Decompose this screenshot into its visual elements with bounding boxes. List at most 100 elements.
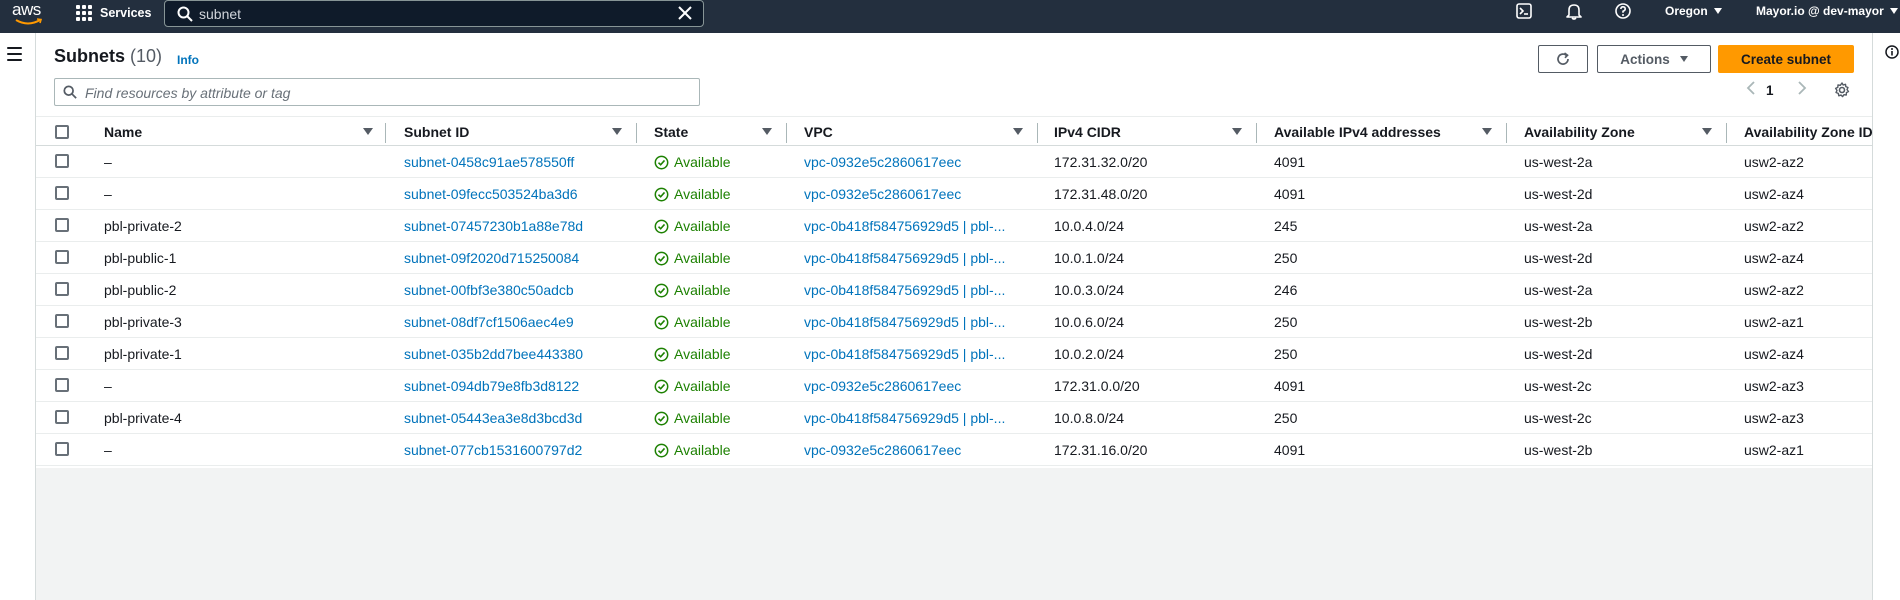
cell-vpc-link[interactable]: vpc-0b418f584756929d5 | pbl-... [804, 210, 1005, 242]
cell-available-ipv4: 4091 [1274, 378, 1306, 394]
cell-availability-zone: us-west-2b [1524, 442, 1593, 458]
cell-available-ipv4: 250 [1274, 314, 1298, 330]
cell-subnet-id-link[interactable]: subnet-09fecc503524ba3d6 [404, 178, 578, 210]
cell-vpc-link[interactable]: vpc-0932e5c2860617eec [804, 178, 961, 210]
row-checkbox[interactable] [55, 186, 69, 200]
row-checkbox[interactable] [55, 250, 69, 264]
cell-vpc-link[interactable]: vpc-0932e5c2860617eec [804, 370, 961, 402]
column-header-state[interactable]: State [654, 117, 688, 147]
cell-subnet-id-link[interactable]: subnet-09f2020d715250084 [404, 242, 579, 274]
column-divider[interactable] [1506, 123, 1507, 143]
sort-icon[interactable] [1013, 128, 1023, 135]
create-subnet-button[interactable]: Create subnet [1718, 45, 1854, 73]
table-row[interactable]: pbl-private-1 subnet-035b2dd7bee443380 A… [36, 338, 1872, 370]
column-divider[interactable] [636, 123, 637, 143]
next-page-icon[interactable] [1794, 79, 1810, 97]
sort-icon[interactable] [762, 128, 772, 135]
column-header-ipv4-cidr[interactable]: IPv4 CIDR [1054, 117, 1121, 147]
check-circle-icon [654, 251, 669, 265]
account-menu[interactable]: Mayor.io @ dev-mayor [1756, 4, 1898, 18]
table-row[interactable]: pbl-public-1 subnet-09f2020d715250084 Av… [36, 242, 1872, 274]
check-circle-icon [654, 443, 669, 457]
cell-subnet-id-link[interactable]: subnet-035b2dd7bee443380 [404, 338, 583, 370]
services-menu-button[interactable]: Services [76, 2, 151, 24]
table-row[interactable]: pbl-private-4 subnet-05443ea3e8d3bcd3d A… [36, 402, 1872, 434]
global-search-input[interactable] [199, 3, 659, 24]
actions-dropdown-button[interactable]: Actions [1597, 45, 1711, 73]
cell-subnet-id-link[interactable]: subnet-077cb1531600797d2 [404, 434, 582, 466]
row-checkbox[interactable] [55, 378, 69, 392]
bell-icon[interactable] [1566, 3, 1582, 20]
sort-icon[interactable] [363, 128, 373, 135]
cell-vpc-link[interactable]: vpc-0932e5c2860617eec [804, 146, 961, 178]
info-icon[interactable] [1885, 45, 1899, 59]
aws-logo[interactable]: aws [12, 0, 46, 27]
column-divider[interactable] [1037, 123, 1038, 143]
state-text: Available [674, 218, 731, 234]
sort-icon[interactable] [1232, 128, 1242, 135]
column-label: Availability Zone [1524, 124, 1635, 140]
column-header-subnet-id[interactable]: Subnet ID [404, 117, 469, 147]
cell-vpc-link[interactable]: vpc-0b418f584756929d5 | pbl-... [804, 402, 1005, 434]
cell-vpc-link[interactable]: vpc-0b418f584756929d5 | pbl-... [804, 242, 1005, 274]
sort-icon[interactable] [612, 128, 622, 135]
state-text: Available [674, 410, 731, 426]
column-header-name[interactable]: Name [104, 117, 142, 147]
gear-icon[interactable] [1834, 82, 1850, 98]
select-all-checkbox[interactable] [55, 125, 69, 139]
cell-subnet-id-link[interactable]: subnet-05443ea3e8d3bcd3d [404, 402, 582, 434]
cell-available-ipv4: 250 [1274, 410, 1298, 426]
info-link[interactable]: Info [177, 53, 199, 67]
column-header-availability-zone-id[interactable]: Availability Zone ID [1744, 117, 1872, 147]
table-row[interactable]: pbl-private-3 subnet-08df7cf1506aec4e9 A… [36, 306, 1872, 338]
search-icon [63, 85, 77, 99]
table-row[interactable]: – subnet-0458c91ae578550ff Available vpc… [36, 146, 1872, 178]
table-row[interactable]: – subnet-09fecc503524ba3d6 Available vpc… [36, 178, 1872, 210]
cell-vpc-link[interactable]: vpc-0b418f584756929d5 | pbl-... [804, 338, 1005, 370]
page-number[interactable]: 1 [1766, 83, 1774, 98]
sort-icon[interactable] [1702, 128, 1712, 135]
row-checkbox[interactable] [55, 346, 69, 360]
row-checkbox[interactable] [55, 218, 69, 232]
row-checkbox[interactable] [55, 282, 69, 296]
region-selector[interactable]: Oregon [1665, 4, 1722, 18]
column-header-vpc[interactable]: VPC [804, 117, 833, 147]
state-text: Available [674, 314, 731, 330]
table-row[interactable]: pbl-private-2 subnet-07457230b1a88e78d A… [36, 210, 1872, 242]
table-row[interactable]: – subnet-094db79e8fb3d8122 Available vpc… [36, 370, 1872, 402]
hamburger-menu-icon[interactable] [7, 47, 22, 65]
help-icon[interactable] [1615, 3, 1631, 19]
cell-state: Available [654, 338, 731, 370]
cell-subnet-id-link[interactable]: subnet-094db79e8fb3d8122 [404, 370, 579, 402]
close-icon[interactable] [677, 5, 693, 21]
column-header-available-ipv4[interactable]: Available IPv4 addresses [1274, 117, 1441, 147]
row-checkbox[interactable] [55, 410, 69, 424]
row-checkbox[interactable] [55, 442, 69, 456]
column-header-availability-zone[interactable]: Availability Zone [1524, 117, 1635, 147]
row-checkbox[interactable] [55, 154, 69, 168]
row-checkbox[interactable] [55, 314, 69, 328]
cell-availability-zone-id: usw2-az1 [1744, 314, 1804, 330]
filter-input[interactable] [85, 83, 685, 102]
previous-page-icon[interactable] [1743, 79, 1759, 97]
cell-vpc-link[interactable]: vpc-0932e5c2860617eec [804, 434, 961, 466]
refresh-button[interactable] [1538, 45, 1588, 73]
cell-subnet-id-link[interactable]: subnet-0458c91ae578550ff [404, 146, 574, 178]
table-row[interactable]: pbl-public-2 subnet-00fbf3e380c50adcb Av… [36, 274, 1872, 306]
cell-subnet-id-link[interactable]: subnet-07457230b1a88e78d [404, 210, 583, 242]
sort-icon[interactable] [1482, 128, 1492, 135]
cell-subnet-id-link[interactable]: subnet-00fbf3e380c50adcb [404, 274, 574, 306]
column-divider[interactable] [385, 123, 386, 143]
terminal-icon[interactable] [1516, 3, 1532, 19]
cell-subnet-id-link[interactable]: subnet-08df7cf1506aec4e9 [404, 306, 574, 338]
cell-ipv4-cidr: 172.31.48.0/20 [1054, 186, 1148, 202]
cell-state: Available [654, 242, 731, 274]
column-divider[interactable] [786, 123, 787, 143]
column-divider[interactable] [1256, 123, 1257, 143]
table-row[interactable]: – subnet-077cb1531600797d2 Available vpc… [36, 434, 1872, 466]
cell-vpc-link[interactable]: vpc-0b418f584756929d5 | pbl-... [804, 306, 1005, 338]
cell-vpc-link[interactable]: vpc-0b418f584756929d5 | pbl-... [804, 274, 1005, 306]
cell-state: Available [654, 146, 731, 178]
column-divider[interactable] [1726, 123, 1727, 143]
cell-availability-zone: us-west-2b [1524, 314, 1593, 330]
